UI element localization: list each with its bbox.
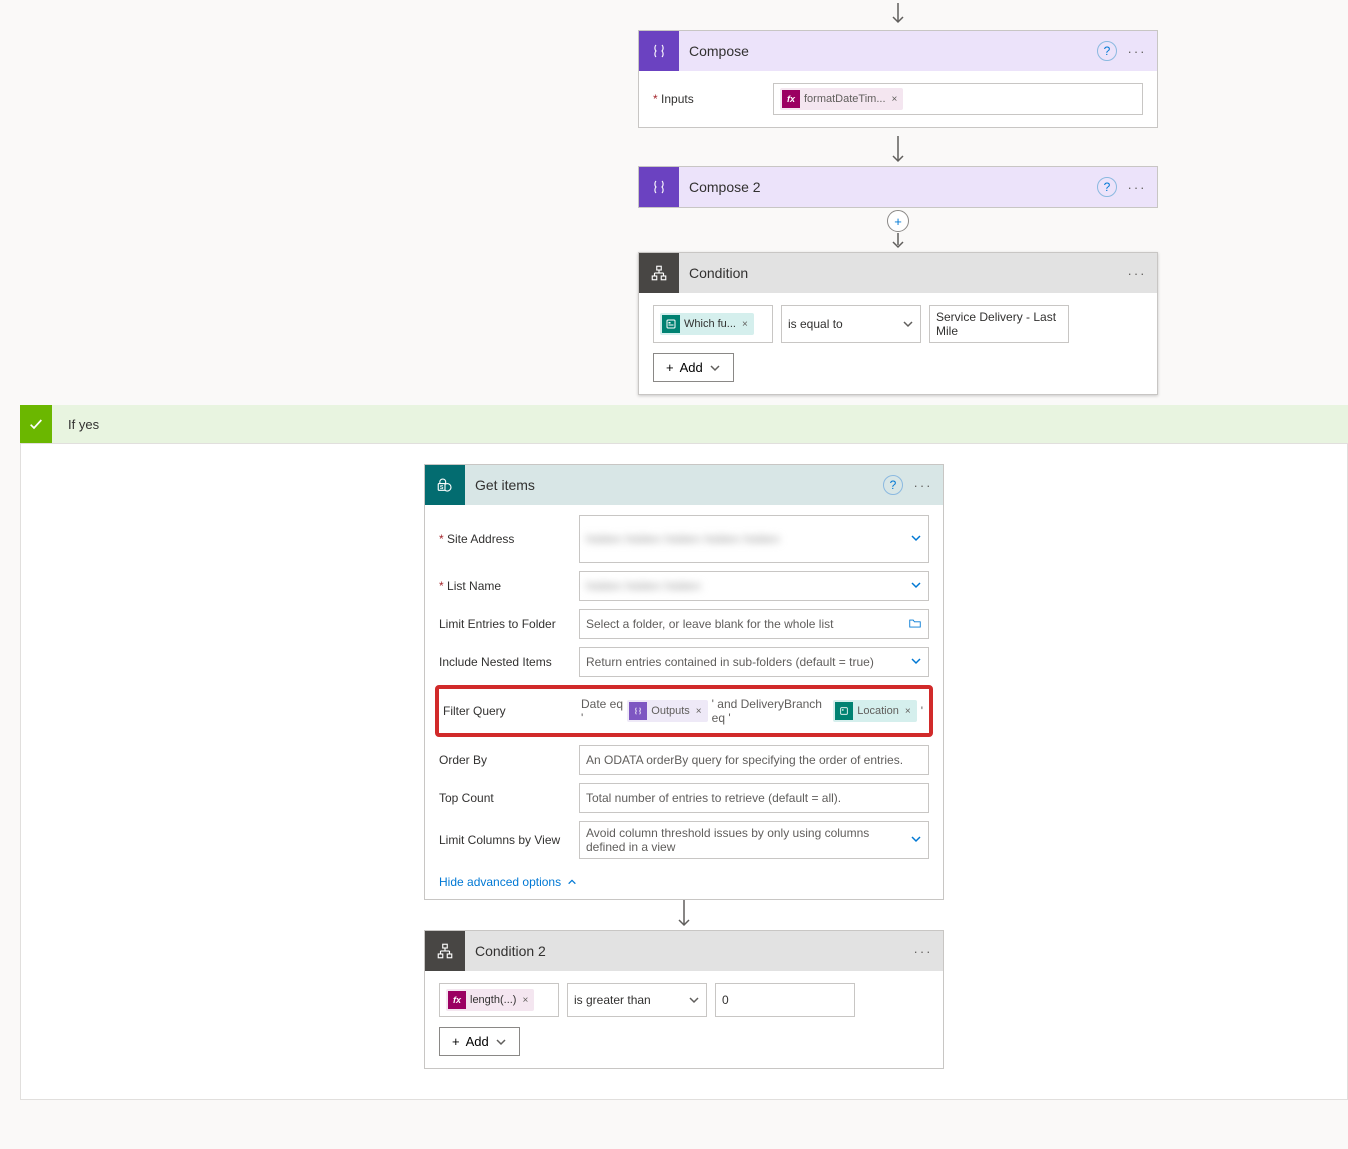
dynamic-icon: [629, 702, 647, 720]
flow-arrow: [424, 900, 944, 930]
chevron-down-icon: [495, 1036, 507, 1048]
chevron-down-icon: [902, 318, 914, 330]
nested-label: Include Nested Items: [439, 655, 579, 669]
condition2-title: Condition 2: [465, 943, 909, 959]
inputs-label: Inputs: [653, 92, 773, 106]
fx-token[interactable]: fx length(...) ×: [446, 989, 534, 1011]
folder-icon[interactable]: [908, 616, 922, 633]
condition-card[interactable]: Condition ··· Which fu... ×: [638, 252, 1158, 395]
compose-icon: [639, 167, 679, 207]
flow-arrow: [638, 136, 1158, 166]
chevron-down-icon: [910, 833, 922, 848]
compose2-title: Compose 2: [679, 179, 1097, 195]
more-icon[interactable]: ···: [1123, 180, 1151, 195]
condition2-card[interactable]: Condition 2 ··· fx length(...) × is grea…: [424, 930, 944, 1069]
condition2-left-value[interactable]: fx length(...) ×: [439, 983, 559, 1017]
check-icon: [20, 405, 52, 443]
condition2-right-value[interactable]: 0: [715, 983, 855, 1017]
get-items-card[interactable]: S Get items ? ··· Site Address hidden hi…: [424, 464, 944, 900]
location-token[interactable]: Location ×: [833, 700, 916, 722]
topcount-label: Top Count: [439, 791, 579, 805]
condition-right-value[interactable]: Service Delivery - Last Mile: [929, 305, 1069, 343]
chevron-down-icon: [910, 532, 922, 547]
more-icon[interactable]: ···: [909, 944, 937, 959]
site-address-label: Site Address: [439, 532, 579, 546]
compose-card[interactable]: Compose ? ··· Inputs fx formatDateTim...…: [638, 30, 1158, 128]
nested-field[interactable]: Return entries contained in sub-folders …: [579, 647, 929, 677]
plus-icon: +: [666, 360, 674, 375]
compose-title: Compose: [679, 43, 1097, 59]
help-icon[interactable]: ?: [1097, 177, 1117, 197]
condition-title: Condition: [679, 265, 1123, 281]
add-button[interactable]: + Add: [653, 353, 734, 382]
forms-token[interactable]: Which fu... ×: [660, 313, 754, 335]
fx-icon: fx: [448, 991, 466, 1009]
orderby-field[interactable]: An ODATA orderBy query for specifying th…: [579, 745, 929, 775]
if-yes-label: If yes: [68, 417, 99, 432]
token-text: Which fu...: [684, 318, 736, 330]
limit-folder-field[interactable]: Select a folder, or leave blank for the …: [579, 609, 929, 639]
chevron-down-icon: [709, 362, 721, 374]
fx-icon: fx: [782, 90, 800, 108]
token-remove-icon[interactable]: ×: [694, 706, 704, 717]
limit-folder-label: Limit Entries to Folder: [439, 617, 579, 631]
filter-query-highlight: Filter Query Date eq ' Outputs × ' and D…: [435, 685, 933, 737]
compose2-card[interactable]: Compose 2 ? ···: [638, 166, 1158, 208]
condition-operator[interactable]: is equal to: [781, 305, 921, 343]
chevron-up-icon: [567, 877, 577, 887]
limitcols-field[interactable]: Avoid column threshold issues by only us…: [579, 821, 929, 859]
limitcols-label: Limit Columns by View: [439, 833, 579, 847]
condition-icon: [425, 931, 465, 971]
condition-left-value[interactable]: Which fu... ×: [653, 305, 773, 343]
orderby-label: Order By: [439, 753, 579, 767]
sharepoint-icon: S: [425, 465, 465, 505]
hide-advanced-link[interactable]: Hide advanced options: [439, 875, 577, 889]
help-icon[interactable]: ?: [883, 475, 903, 495]
add-step-button[interactable]: +: [887, 210, 909, 232]
chevron-down-icon: [910, 579, 922, 594]
filter-query-field[interactable]: Date eq ' Outputs × ' and DeliveryBranch…: [579, 693, 925, 729]
token-text: formatDateTim...: [804, 93, 886, 105]
condition-icon: [639, 253, 679, 293]
plus-icon: +: [452, 1034, 460, 1049]
token-remove-icon[interactable]: ×: [740, 319, 750, 330]
help-icon[interactable]: ?: [1097, 41, 1117, 61]
filter-query-label: Filter Query: [443, 704, 579, 718]
forms-icon: [662, 315, 680, 333]
compose-icon: [639, 31, 679, 71]
more-icon[interactable]: ···: [1123, 44, 1151, 59]
svg-text:S: S: [440, 485, 444, 491]
condition-header[interactable]: Condition ···: [639, 253, 1157, 293]
compose-header[interactable]: Compose ? ···: [639, 31, 1157, 71]
flow-arrow: [638, 0, 1158, 30]
outputs-token[interactable]: Outputs ×: [627, 700, 707, 722]
fx-token[interactable]: fx formatDateTim... ×: [780, 88, 903, 110]
token-remove-icon[interactable]: ×: [903, 706, 913, 717]
if-yes-header[interactable]: If yes: [20, 405, 1348, 443]
token-remove-icon[interactable]: ×: [890, 94, 900, 105]
inputs-field[interactable]: fx formatDateTim... ×: [773, 83, 1143, 115]
add-button[interactable]: + Add: [439, 1027, 520, 1056]
list-name-label: List Name: [439, 579, 579, 593]
get-items-title: Get items: [465, 477, 883, 493]
chevron-down-icon: [688, 994, 700, 1006]
more-icon[interactable]: ···: [909, 478, 937, 493]
compose2-header[interactable]: Compose 2 ? ···: [639, 167, 1157, 207]
get-items-header[interactable]: S Get items ? ···: [425, 465, 943, 505]
topcount-field[interactable]: Total number of entries to retrieve (def…: [579, 783, 929, 813]
condition2-header[interactable]: Condition 2 ···: [425, 931, 943, 971]
token-remove-icon[interactable]: ×: [520, 995, 530, 1006]
list-name-field[interactable]: hidden hidden hidden: [579, 571, 929, 601]
flow-arrow: [638, 232, 1158, 252]
more-icon[interactable]: ···: [1123, 266, 1151, 281]
site-address-field[interactable]: hidden hidden hidden hidden hidden: [579, 515, 929, 563]
condition2-operator[interactable]: is greater than: [567, 983, 707, 1017]
forms-icon: [835, 702, 853, 720]
chevron-down-icon: [910, 655, 922, 670]
